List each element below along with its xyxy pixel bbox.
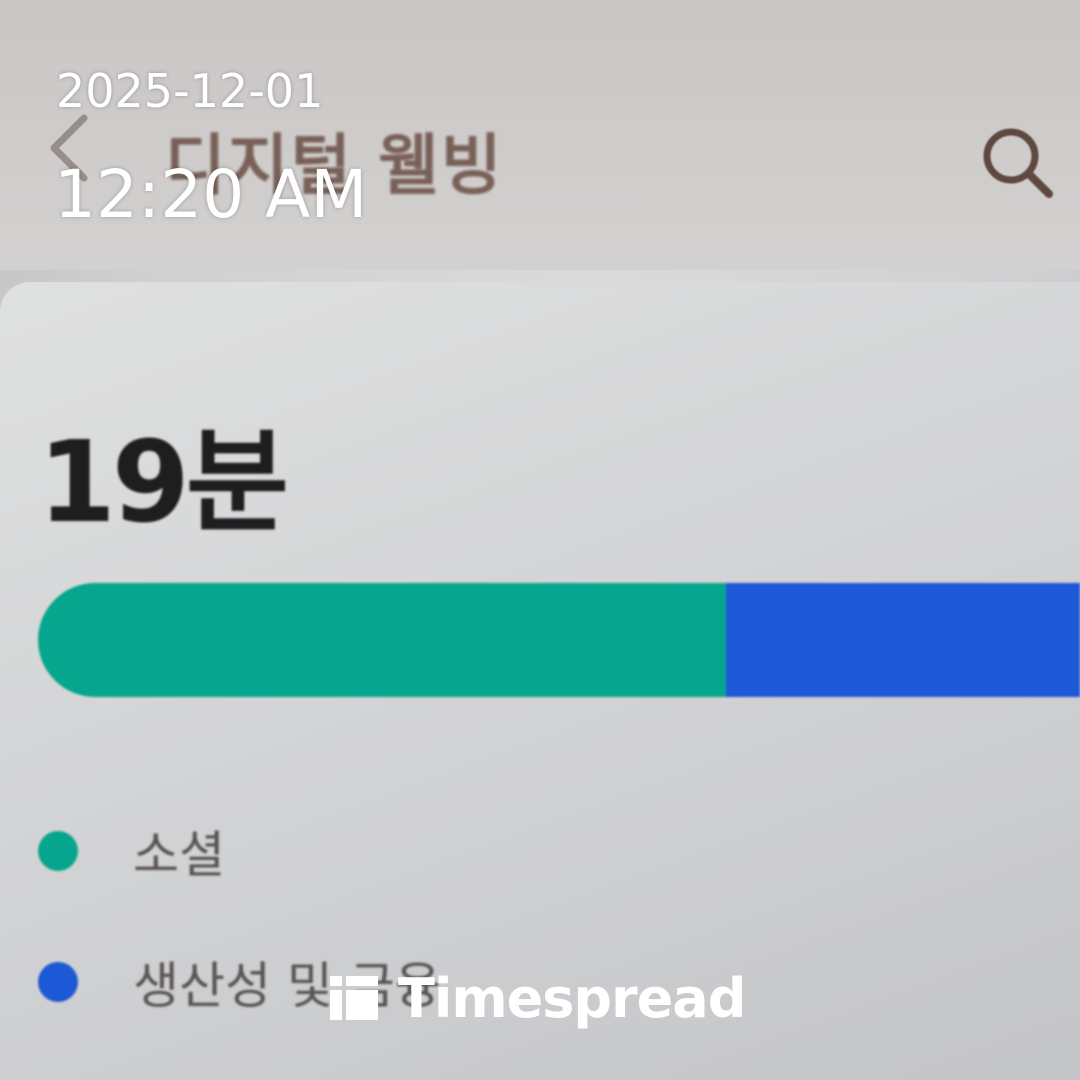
legend-dot (38, 831, 78, 871)
legend-item-social[interactable]: 소셜 (38, 815, 838, 885)
timespread-logo-icon (330, 976, 378, 1020)
search-icon[interactable] (975, 120, 1059, 204)
usage-bar-segment-social (38, 583, 726, 697)
watermark: Timespread (330, 966, 746, 1030)
legend-dot (38, 962, 78, 1002)
total-usage-time: 19분 (38, 418, 289, 548)
timestamp-date: 2025-12-01 (56, 64, 324, 118)
legend-label: 소셜 (133, 826, 225, 884)
usage-bar-segment-productivity (725, 583, 1080, 697)
usage-stacked-bar[interactable] (38, 583, 1080, 697)
watermark-text: Timespread (398, 966, 746, 1030)
timestamp-time: 12:20 AM (54, 156, 368, 233)
